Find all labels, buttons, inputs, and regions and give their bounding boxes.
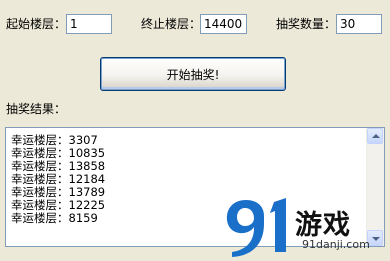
start-floor-input[interactable] [66,14,112,34]
start-draw-button[interactable]: 开始抽奖! [100,57,286,91]
end-floor-input[interactable] [200,14,247,34]
end-floor-label: 终止楼层： [141,17,202,31]
draw-count-input[interactable] [336,14,382,34]
site-watermark: 游戏 91danji.com [224,196,384,258]
start-floor-label: 起始楼层： [6,17,67,31]
results-label: 抽奖结果： [6,102,67,116]
watermark-url: 91danji.com [302,238,370,251]
arrow-up-icon [372,134,380,138]
draw-count-label: 抽奖数量： [276,17,337,31]
scroll-up-button[interactable] [367,128,383,144]
watermark-91-logo-icon [226,198,286,257]
watermark-logo-text: 游戏 [295,210,351,241]
